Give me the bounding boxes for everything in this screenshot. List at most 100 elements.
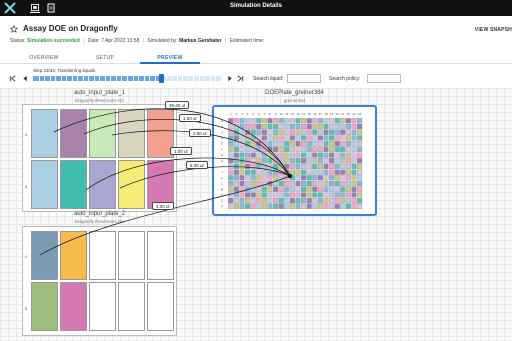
target-well[interactable]	[278, 135, 284, 141]
target-well[interactable]	[289, 169, 295, 175]
target-well[interactable]	[261, 118, 267, 124]
target-well[interactable]	[329, 123, 335, 130]
target-well[interactable]	[289, 152, 295, 158]
target-well[interactable]	[261, 135, 267, 141]
target-well[interactable]	[256, 141, 262, 147]
target-well[interactable]	[250, 118, 256, 124]
target-well[interactable]	[357, 158, 363, 164]
target-well[interactable]	[245, 180, 251, 187]
target-well[interactable]	[261, 186, 267, 192]
target-well[interactable]	[289, 175, 295, 181]
target-well[interactable]	[245, 158, 251, 164]
target-well[interactable]	[301, 118, 307, 124]
target-well[interactable]	[239, 192, 245, 198]
target-well[interactable]	[256, 186, 262, 192]
target-well[interactable]	[228, 123, 234, 130]
target-well[interactable]	[289, 198, 295, 204]
target-well[interactable]	[295, 135, 301, 141]
target-well[interactable]	[306, 129, 312, 135]
target-well[interactable]	[267, 141, 273, 147]
target-well[interactable]	[357, 175, 363, 181]
target-well[interactable]	[295, 129, 301, 135]
target-well[interactable]	[334, 186, 340, 192]
target-well[interactable]	[267, 123, 273, 130]
target-well[interactable]	[301, 192, 307, 198]
target-well[interactable]	[278, 146, 284, 152]
target-well[interactable]	[245, 163, 251, 170]
skip-to-start-icon[interactable]	[9, 75, 16, 82]
target-well[interactable]	[329, 129, 335, 135]
target-well[interactable]	[273, 180, 279, 187]
target-well[interactable]	[312, 203, 318, 209]
target-well[interactable]	[329, 152, 335, 158]
reservoir-well[interactable]	[118, 231, 145, 280]
target-well[interactable]	[256, 180, 262, 187]
target-well[interactable]	[289, 203, 295, 209]
target-well[interactable]	[284, 141, 290, 147]
target-well[interactable]	[278, 175, 284, 181]
target-well[interactable]	[351, 152, 357, 158]
target-well[interactable]	[278, 198, 284, 204]
target-well[interactable]	[284, 180, 290, 187]
target-well[interactable]	[334, 192, 340, 198]
target-well[interactable]	[267, 163, 273, 170]
target-well[interactable]	[306, 123, 312, 130]
target-well[interactable]	[289, 141, 295, 147]
target-well[interactable]	[312, 129, 318, 135]
target-well[interactable]	[306, 152, 312, 158]
target-well[interactable]	[351, 192, 357, 198]
target-well[interactable]	[245, 135, 251, 141]
reservoir-well[interactable]	[60, 231, 87, 280]
target-well[interactable]	[334, 129, 340, 135]
source-plate-2[interactable]: A B	[22, 226, 177, 336]
target-well[interactable]	[329, 169, 335, 175]
target-well[interactable]	[250, 169, 256, 175]
target-well[interactable]	[267, 146, 273, 152]
step-back-icon[interactable]	[22, 75, 28, 82]
target-well[interactable]	[306, 146, 312, 152]
target-well[interactable]	[233, 180, 239, 187]
target-well[interactable]	[233, 135, 239, 141]
target-well[interactable]	[245, 146, 251, 152]
target-well[interactable]	[245, 141, 251, 147]
target-well[interactable]	[233, 158, 239, 164]
target-well[interactable]	[312, 118, 318, 124]
reservoir-well[interactable]	[147, 231, 174, 280]
target-well[interactable]	[228, 175, 234, 181]
target-well[interactable]	[278, 123, 284, 130]
target-well[interactable]	[295, 146, 301, 152]
target-well[interactable]	[233, 163, 239, 170]
target-well[interactable]	[289, 186, 295, 192]
target-well[interactable]	[295, 152, 301, 158]
target-well[interactable]	[267, 129, 273, 135]
target-well[interactable]	[239, 135, 245, 141]
target-well[interactable]	[317, 152, 323, 158]
target-well[interactable]	[317, 186, 323, 192]
target-well[interactable]	[329, 186, 335, 192]
target-well[interactable]	[357, 118, 363, 124]
target-well[interactable]	[323, 198, 329, 204]
target-well[interactable]	[357, 141, 363, 147]
skip-to-end-icon[interactable]	[237, 75, 244, 82]
target-well[interactable]	[267, 203, 273, 209]
target-well[interactable]	[239, 146, 245, 152]
target-well[interactable]	[228, 198, 234, 204]
target-well[interactable]	[284, 175, 290, 181]
target-well[interactable]	[245, 129, 251, 135]
target-well[interactable]	[239, 141, 245, 147]
target-well[interactable]	[340, 180, 346, 187]
target-well[interactable]	[256, 198, 262, 204]
target-well[interactable]	[284, 203, 290, 209]
target-well[interactable]	[340, 186, 346, 192]
source-plate-1[interactable]: A B	[22, 104, 177, 212]
tab-overview[interactable]: OVERVIEW	[14, 55, 74, 61]
target-well[interactable]	[357, 152, 363, 158]
target-well[interactable]	[317, 118, 323, 124]
target-well[interactable]	[256, 146, 262, 152]
target-well[interactable]	[289, 118, 295, 124]
target-well[interactable]	[323, 186, 329, 192]
target-well[interactable]	[245, 123, 251, 130]
target-well[interactable]	[312, 123, 318, 130]
target-well[interactable]	[334, 141, 340, 147]
target-well[interactable]	[245, 152, 251, 158]
